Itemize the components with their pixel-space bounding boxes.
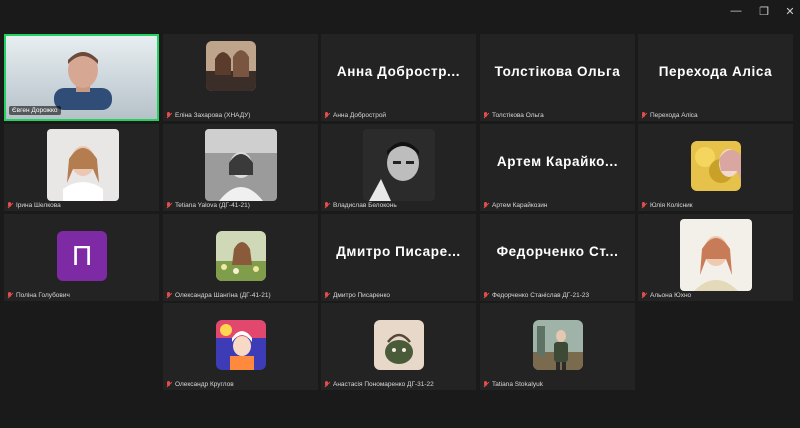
mic-muted-icon xyxy=(166,292,172,299)
participant-label: Юлія Колісник xyxy=(641,202,790,209)
participant-tile[interactable]: Tetiana Yalova (ДГ-41-21) xyxy=(163,124,318,211)
close-button[interactable]: ✕ xyxy=(778,2,800,20)
mic-muted-icon xyxy=(166,112,172,119)
participant-label: Tatiana Stokalyuk xyxy=(483,381,632,388)
active-speaker-video[interactable]: Євген Дорожко xyxy=(4,34,159,121)
participant-tile[interactable]: П Поліна Голубович xyxy=(4,214,159,301)
participant-photo-icon xyxy=(47,129,119,201)
participant-tile[interactable]: Альона Юхно xyxy=(638,214,793,301)
participant-label: Толстікова Ольга xyxy=(483,112,632,119)
mic-muted-icon xyxy=(166,202,172,209)
mic-muted-icon xyxy=(641,292,647,299)
participant-display-name: Анна Добростр... xyxy=(336,64,461,79)
mic-muted-icon xyxy=(324,202,330,209)
participant-tile[interactable]: Анна Добростр... Анна Добрострой xyxy=(321,34,476,121)
participant-display-name: Перехода Аліса xyxy=(658,64,773,79)
participant-tile[interactable]: Олександра Шангіна (ДГ-41-21) xyxy=(163,214,318,301)
participant-tile[interactable]: Tatiana Stokalyuk xyxy=(480,303,635,390)
participant-tile[interactable]: Олександр Круглов xyxy=(163,303,318,390)
participant-label: Tetiana Yalova (ДГ-41-21) xyxy=(166,202,315,209)
mic-muted-icon xyxy=(483,202,489,209)
speaker-figure-icon xyxy=(54,52,112,110)
participant-photo-icon xyxy=(205,129,277,201)
close-icon: ✕ xyxy=(785,5,795,18)
restore-icon: ❐ xyxy=(759,5,769,18)
participant-display-name: Артем Карайко... xyxy=(496,154,619,169)
speaker-name-label: Євген Дорожко xyxy=(9,106,61,115)
restore-button[interactable]: ❐ xyxy=(752,2,776,20)
mic-muted-icon xyxy=(7,292,13,299)
participant-tile[interactable]: Федорченко Ст... Федорченко Станіслав ДГ… xyxy=(480,214,635,301)
participant-label: Дмитро Писаренко xyxy=(324,292,473,299)
participant-label: Перехода Аліса xyxy=(641,112,790,119)
participant-label: Анна Добрострой xyxy=(324,112,473,119)
participant-label: Артем Карайкозин xyxy=(483,202,632,209)
mic-muted-icon xyxy=(324,381,330,388)
mic-muted-icon xyxy=(7,202,13,209)
participant-tile[interactable]: Анастасія Пономаренко ДГ-31-22 xyxy=(321,303,476,390)
participant-label: Олександра Шангіна (ДГ-41-21) xyxy=(166,292,315,299)
participant-label: Альона Юхно xyxy=(641,292,790,299)
participant-label: Анастасія Пономаренко ДГ-31-22 xyxy=(324,381,473,388)
mic-muted-icon xyxy=(324,292,330,299)
participant-photo-icon xyxy=(216,320,266,370)
mic-muted-icon xyxy=(324,112,330,119)
participant-label: Поліна Голубович xyxy=(7,292,156,299)
participant-photo-icon xyxy=(363,129,435,201)
participant-label: Федорченко Станіслав ДГ-21-23 xyxy=(483,292,632,299)
mic-muted-icon xyxy=(641,112,647,119)
participant-display-name: Толстікова Ольга xyxy=(494,64,621,79)
mic-muted-icon xyxy=(483,292,489,299)
initial-avatar: П xyxy=(57,231,107,281)
participant-label: Еліна Захарова (ХНАДУ) xyxy=(166,112,315,119)
participant-tile[interactable]: Владислав Белоконь xyxy=(321,124,476,211)
participant-tile[interactable]: Дмитро Писаре... Дмитро Писаренко xyxy=(321,214,476,301)
minimize-icon: — xyxy=(730,5,742,17)
mic-muted-icon xyxy=(166,381,172,388)
participant-photo-icon xyxy=(374,320,424,370)
participant-tile[interactable]: Юлія Колісник xyxy=(638,124,793,211)
participant-photo-icon xyxy=(533,320,583,370)
participant-tile[interactable]: Перехода Аліса Перехода Аліса xyxy=(638,34,793,121)
participant-photo-icon xyxy=(206,41,256,91)
participant-label: Ірина Шелкова xyxy=(7,202,156,209)
participant-tile[interactable]: Толстікова Ольга Толстікова Ольга xyxy=(480,34,635,121)
participant-label: Олександр Круглов xyxy=(166,381,315,388)
participant-label: Владислав Белоконь xyxy=(324,202,473,209)
participant-tile[interactable]: Ірина Шелкова xyxy=(4,124,159,211)
mic-muted-icon xyxy=(483,381,489,388)
participant-tile[interactable]: Артем Карайко... Артем Карайкозин xyxy=(480,124,635,211)
mic-muted-icon xyxy=(483,112,489,119)
participant-photo-icon xyxy=(216,231,266,281)
participant-tile[interactable]: Еліна Захарова (ХНАДУ) xyxy=(163,34,318,121)
minimize-button[interactable]: — xyxy=(724,2,748,20)
participant-display-name: Дмитро Писаре... xyxy=(336,244,461,259)
mic-muted-icon xyxy=(641,202,647,209)
participant-photo-icon xyxy=(680,219,752,291)
participant-display-name: Федорченко Ст... xyxy=(496,244,619,259)
participant-photo-icon xyxy=(691,141,741,191)
